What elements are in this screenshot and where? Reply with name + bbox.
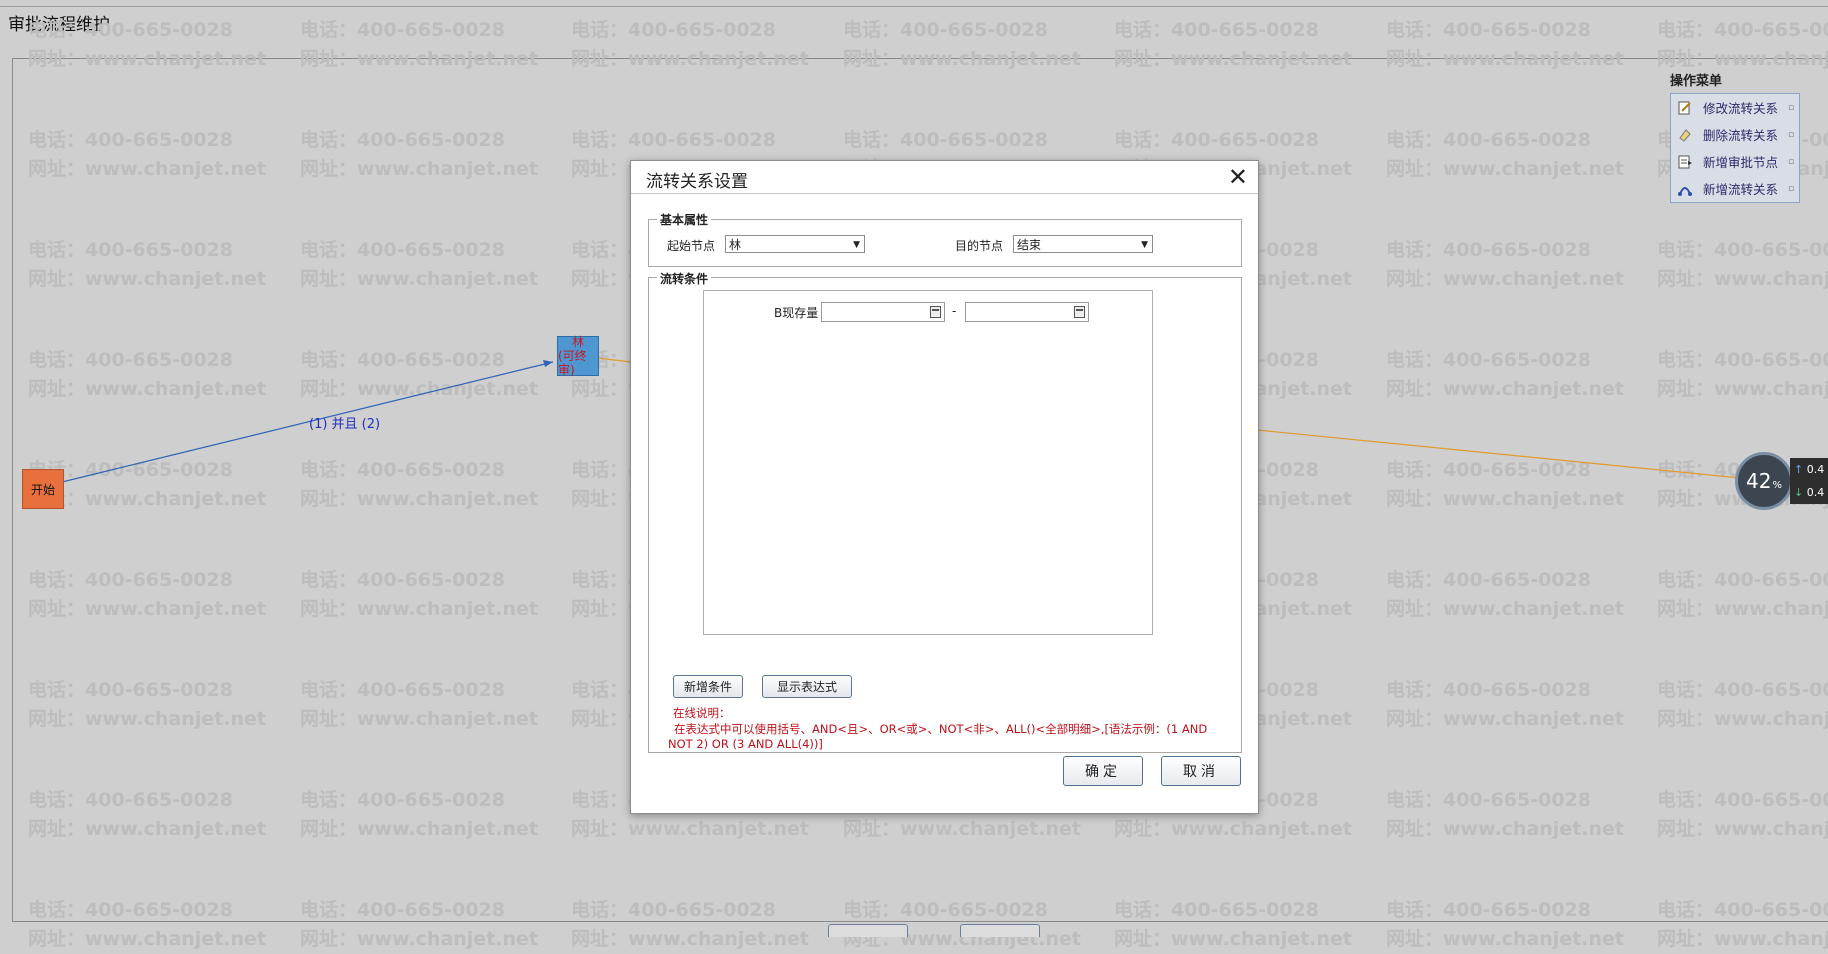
flow-relation-dialog: 流转关系设置 ✕ 基本属性 起始节点 林 ▼ 目的节点 结束 ▼ 流转条件 B现… bbox=[630, 160, 1259, 814]
menu-item-add-relation[interactable]: 新增流转关系 ▫ bbox=[1671, 175, 1799, 202]
network-panel: ↑ 0.4 ↓ 0.4 bbox=[1790, 458, 1828, 504]
edge-start-to-lin[interactable] bbox=[61, 361, 554, 483]
start-node[interactable]: 开始 bbox=[22, 469, 64, 509]
condition-field-label: B现存量 bbox=[774, 306, 819, 320]
basic-properties-group: 基本属性 起始节点 林 ▼ 目的节点 结束 ▼ bbox=[648, 211, 1242, 267]
add-condition-button[interactable]: 新增条件 bbox=[673, 675, 743, 698]
help-note-text: 在表达式中可以使用括号、AND<且>、OR<或>、NOT<非>、ALL()<全部… bbox=[668, 722, 1208, 751]
condition-legend: 流转条件 bbox=[657, 270, 712, 287]
calculator-icon[interactable] bbox=[1074, 306, 1085, 318]
chevron-down-icon: ▼ bbox=[1141, 240, 1148, 250]
range-separator: - bbox=[952, 304, 957, 318]
add-node-icon bbox=[1677, 154, 1693, 170]
upload-value: 0.4 bbox=[1806, 463, 1825, 476]
chevron-down-icon: ▼ bbox=[853, 240, 860, 250]
download-value: 0.4 bbox=[1806, 486, 1825, 499]
cancel-button[interactable]: 取消 bbox=[1161, 756, 1241, 786]
range-to-input[interactable] bbox=[965, 302, 1089, 322]
upload-arrow-icon: ↑ bbox=[1794, 463, 1804, 476]
start-node-label: 起始节点 bbox=[667, 239, 716, 253]
edge-to-end[interactable] bbox=[1256, 429, 1741, 479]
show-expression-button[interactable]: 显示表达式 bbox=[762, 675, 852, 698]
target-node-select[interactable]: 结束 ▼ bbox=[1013, 235, 1153, 253]
menu-item-label: 修改流转关系 bbox=[1703, 101, 1779, 116]
start-node-value: 林 bbox=[729, 238, 742, 252]
menu-item-label: 删除流转关系 bbox=[1703, 128, 1779, 143]
ok-button[interactable]: 确定 bbox=[1063, 756, 1143, 786]
start-node-label: 开始 bbox=[30, 482, 55, 497]
condition-area: B现存量 - bbox=[703, 290, 1153, 635]
download-arrow-icon: ↓ bbox=[1794, 486, 1804, 499]
target-node-label: 目的节点 bbox=[955, 239, 1004, 253]
dialog-divider bbox=[631, 193, 1258, 194]
operation-menu-title: 操作菜单 bbox=[1670, 74, 1723, 89]
menu-item-label: 新增流转关系 bbox=[1703, 182, 1779, 197]
gauge-value: 42 bbox=[1746, 469, 1772, 493]
menu-item-add-node[interactable]: 新增审批节点 ▫ bbox=[1671, 148, 1799, 175]
approval-node-name: 林 bbox=[571, 335, 584, 349]
add-relation-icon bbox=[1677, 181, 1693, 197]
help-note-title: 在线说明： bbox=[673, 706, 731, 720]
gauge-unit: % bbox=[1772, 479, 1782, 491]
dialog-title: 流转关系设置 bbox=[646, 172, 748, 192]
range-from-input[interactable] bbox=[821, 302, 945, 322]
menu-item-delete-relation[interactable]: 删除流转关系 ▫ bbox=[1671, 121, 1799, 148]
edge-arrowhead bbox=[543, 360, 553, 367]
calculator-icon[interactable] bbox=[930, 306, 941, 318]
approval-node-lin[interactable]: 林 (可终审) bbox=[557, 335, 599, 377]
edge-label[interactable]: (1) 并且 (2) bbox=[309, 413, 380, 432]
menu-item-edit-relation[interactable]: 修改流转关系 ▫ bbox=[1671, 94, 1799, 121]
edit-icon bbox=[1677, 100, 1693, 116]
start-node-select[interactable]: 林 ▼ bbox=[725, 235, 865, 253]
approval-node-sub: (可终审) bbox=[558, 349, 587, 377]
basic-legend: 基本属性 bbox=[657, 211, 712, 228]
close-icon[interactable]: ✕ bbox=[1228, 163, 1248, 191]
operation-menu: 操作菜单 修改流转关系 ▫ 删除流转关系 ▫ 新增审批节点 ▫ 新增流转关系 ▫ bbox=[1670, 70, 1800, 203]
operation-menu-list: 修改流转关系 ▫ 删除流转关系 ▫ 新增审批节点 ▫ 新增流转关系 ▫ bbox=[1670, 93, 1800, 203]
target-node-value: 结束 bbox=[1017, 238, 1042, 252]
cpu-gauge[interactable]: 42% bbox=[1735, 452, 1793, 510]
menu-item-label: 新增审批节点 bbox=[1703, 155, 1779, 170]
eraser-icon bbox=[1677, 127, 1693, 143]
